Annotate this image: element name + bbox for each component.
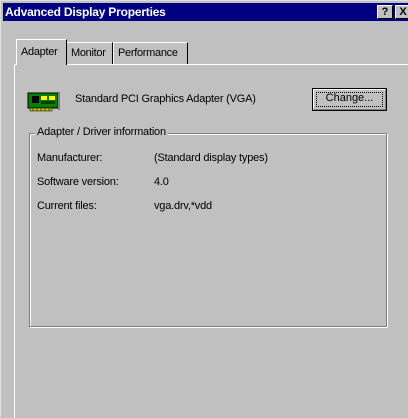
tab-adapter[interactable]: Adapter [16,39,67,65]
window-title: Advanced Display Properties [5,5,166,19]
software-version-label: Software version: [37,176,119,188]
advanced-display-properties-window: Advanced Display Properties ? X Adapter … [0,0,408,418]
help-button[interactable]: ? [377,5,393,19]
current-files-value: vga.drv,*vdd [154,200,212,212]
manufacturer-label: Manufacturer: [37,152,103,164]
change-button[interactable]: Change... [312,88,387,111]
graphics-card-icon [27,90,61,117]
change-button-label: Change... [325,92,374,104]
help-icon: ? [381,6,389,18]
tab-adapter-label: Adapter [21,46,58,58]
adapter-name: Standard PCI Graphics Adapter (VGA) [75,93,256,105]
manufacturer-value: (Standard display types) [154,152,268,164]
software-version-value: 4.0 [154,176,169,188]
tab-monitor[interactable]: Monitor [67,42,113,64]
current-files-label: Current files: [37,200,97,212]
driver-info-group-title: Adapter / Driver information [35,126,168,138]
title-bar[interactable]: Advanced Display Properties ? X [3,3,408,21]
tab-performance-label: Performance [118,47,178,59]
tab-monitor-label: Monitor [71,47,106,59]
close-button[interactable]: X [395,5,408,19]
close-icon: X [399,6,407,18]
tab-performance[interactable]: Performance [113,42,188,64]
